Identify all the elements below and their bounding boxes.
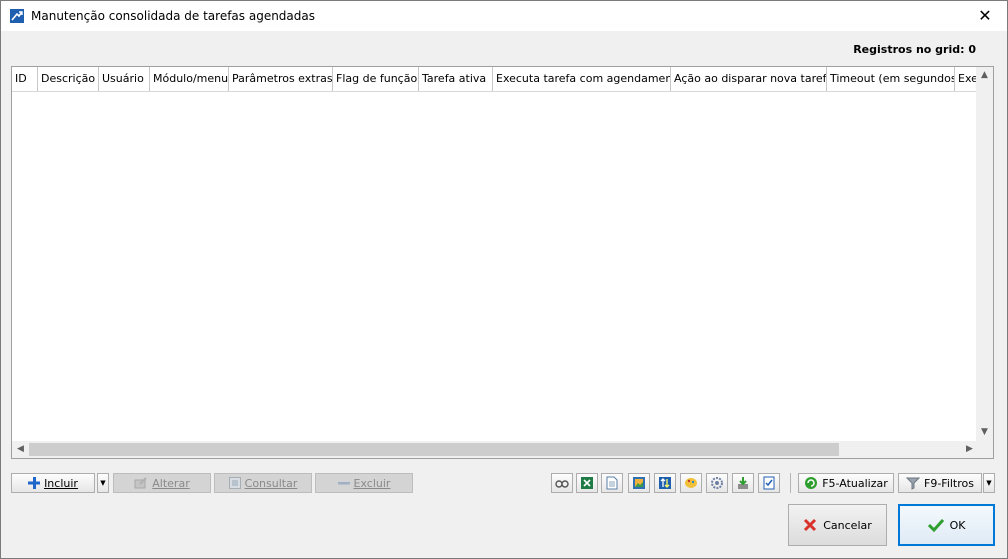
column-header-flag-funcao[interactable]: Flag de função	[333, 67, 419, 91]
filters-button[interactable]: F9-Filtros	[898, 473, 982, 493]
filter-icon	[906, 477, 920, 490]
excluir-label: Excluir	[353, 476, 391, 490]
document-icon	[606, 476, 618, 490]
column-header-tarefa-ativa[interactable]: Tarefa ativa	[419, 67, 493, 91]
cancel-button[interactable]: Cancelar	[788, 504, 887, 546]
incluir-dropdown[interactable]: ▼	[97, 473, 109, 493]
record-count: Registros no grid: 0	[853, 43, 976, 56]
export-image-button[interactable]	[628, 473, 650, 493]
export-document-button[interactable]	[601, 473, 623, 493]
column-header-descricao[interactable]: Descrição	[38, 67, 99, 91]
minus-icon	[337, 482, 350, 485]
view-icon	[228, 477, 241, 489]
settings-button[interactable]	[706, 473, 728, 493]
data-grid[interactable]: ID Descrição Usuário Módulo/menu Parâmet…	[11, 66, 994, 459]
app-icon	[10, 9, 24, 23]
edit-icon	[134, 477, 147, 489]
filters-label: F9-Filtros	[924, 476, 974, 490]
column-header-executa-agendamento[interactable]: Executa tarefa com agendamento	[493, 67, 671, 91]
column-header-modulo-menu[interactable]: Módulo/menu	[150, 67, 229, 91]
highlight-button[interactable]	[680, 473, 702, 493]
view-toggle-button[interactable]	[551, 473, 573, 493]
chevron-down-icon: ▼	[986, 479, 992, 487]
filters-dropdown[interactable]: ▼	[983, 473, 995, 493]
window-title: Manutenção consolidada de tarefas agenda…	[31, 9, 316, 23]
grid-header: ID Descrição Usuário Módulo/menu Parâmet…	[12, 67, 978, 92]
column-header-timeout[interactable]: Timeout (em segundos)	[827, 67, 955, 91]
export-excel-button[interactable]	[576, 473, 598, 493]
checklist-icon	[763, 476, 775, 490]
refresh-label: F5-Atualizar	[822, 476, 888, 490]
consultar-label: Consultar	[244, 476, 298, 490]
alterar-label: Alterar	[152, 476, 190, 490]
column-header-acao-disparar[interactable]: Ação ao disparar nova tarefa	[671, 67, 827, 91]
scroll-left-icon[interactable]: ◀	[12, 441, 29, 458]
column-header-parametros-extras[interactable]: Parâmetros extras	[229, 67, 333, 91]
consultar-button[interactable]: Consultar	[214, 473, 312, 493]
download-button[interactable]	[732, 473, 754, 493]
vertical-scrollbar[interactable]: ▲ ▼	[976, 67, 993, 441]
ok-button[interactable]: OK	[898, 504, 995, 546]
scrollbar-corner	[976, 441, 993, 458]
sort-icon	[659, 477, 671, 489]
column-header-exec[interactable]: Exec	[955, 67, 978, 91]
refresh-icon	[805, 477, 818, 489]
column-header-id[interactable]: ID	[12, 67, 38, 91]
ok-label: OK	[949, 518, 966, 532]
alterar-button[interactable]: Alterar	[113, 473, 211, 493]
cancel-label: Cancelar	[823, 518, 872, 532]
chevron-down-icon: ▼	[100, 479, 106, 487]
excluir-button[interactable]: Excluir	[315, 473, 413, 493]
dialog-window: Manutenção consolidada de tarefas agenda…	[0, 0, 1008, 559]
incluir-label: Incluir	[44, 476, 78, 490]
image-icon	[633, 477, 645, 489]
close-button[interactable]: ✕	[963, 1, 1007, 31]
excel-icon	[581, 477, 593, 489]
download-icon	[738, 477, 748, 489]
plus-icon	[28, 477, 41, 489]
close-icon: ✕	[978, 6, 992, 25]
palette-icon	[685, 478, 697, 488]
check-icon	[927, 518, 944, 532]
title-bar: Manutenção consolidada de tarefas agenda…	[1, 1, 1007, 31]
checklist-button[interactable]	[758, 473, 780, 493]
glasses-icon	[555, 480, 569, 488]
scroll-down-icon[interactable]: ▼	[976, 424, 993, 441]
toolbar-separator	[790, 473, 791, 493]
gear-icon	[711, 477, 723, 489]
sort-button[interactable]	[654, 473, 676, 493]
column-header-usuario[interactable]: Usuário	[99, 67, 150, 91]
refresh-button[interactable]: F5-Atualizar	[798, 473, 894, 493]
cancel-icon	[804, 518, 817, 532]
scroll-up-icon[interactable]: ▲	[976, 67, 993, 84]
horizontal-scrollbar[interactable]: ◀ ▶	[12, 441, 978, 458]
incluir-button[interactable]: Incluir	[11, 473, 95, 493]
horizontal-scroll-thumb[interactable]	[29, 443, 839, 456]
